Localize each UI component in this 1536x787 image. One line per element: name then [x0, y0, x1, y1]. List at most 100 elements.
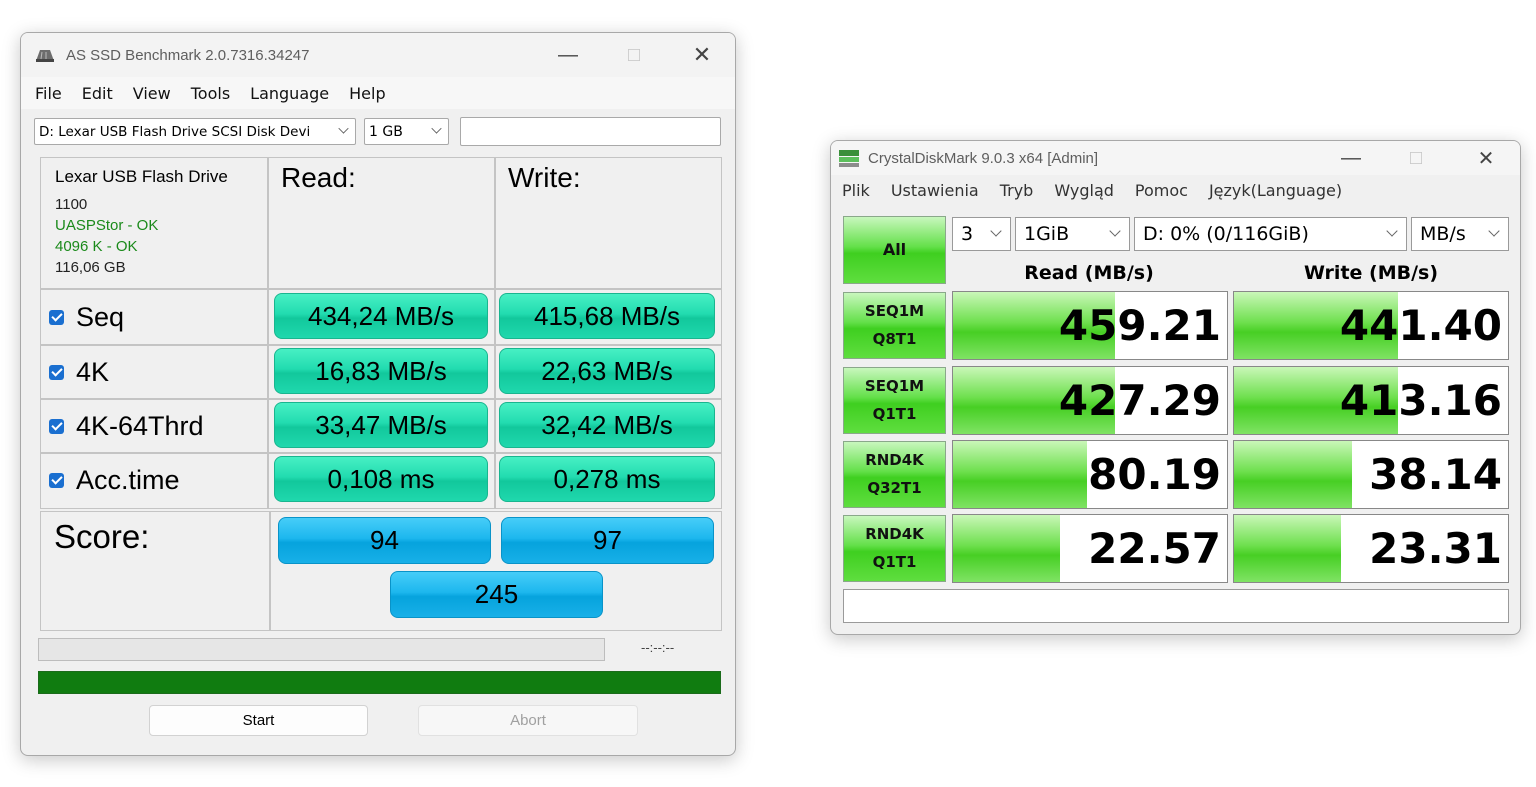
timer-text: --:--:-- [641, 640, 675, 655]
rnd4k-q32t1-read-value: 80.19 [952, 440, 1228, 509]
4k-read-result: 16,83 MB/s [274, 348, 488, 394]
test-button-seq1m-q1t1[interactable]: SEQ1M Q1T1 [843, 367, 946, 434]
checkbox-icon [49, 472, 64, 488]
start-button[interactable]: Start [149, 705, 368, 736]
menu-ustawienia[interactable]: Ustawienia [891, 181, 979, 200]
read-number: 459.21 [1058, 301, 1221, 350]
4k64-read-result: 33,47 MB/s [274, 402, 488, 448]
write-bar [1234, 441, 1352, 508]
test-line1: SEQ1M [864, 301, 925, 320]
size-select-value: 1 GB [369, 123, 403, 140]
menu-tools[interactable]: Tools [191, 84, 230, 103]
chevron-down-icon [431, 123, 442, 134]
rnd4k-q1t1-write-value: 23.31 [1233, 514, 1509, 583]
checkbox-icon [49, 364, 64, 380]
read-header: Read: [281, 162, 356, 193]
menu-edit[interactable]: Edit [82, 84, 113, 103]
seq-checkbox[interactable]: Seq [49, 290, 124, 344]
checkbox-icon [49, 418, 64, 434]
4k-write-result: 22,63 MB/s [499, 348, 715, 394]
abort-button[interactable]: Abort [418, 705, 638, 736]
menu-language[interactable]: Language [250, 84, 329, 103]
4k-label: 4K [76, 356, 110, 387]
drive-select[interactable]: D: Lexar USB Flash Drive SCSI Disk Devi [34, 118, 356, 145]
info-field[interactable] [460, 117, 721, 146]
menu-plik[interactable]: Plik [842, 181, 870, 200]
size-select-value: 1GiB [1024, 223, 1070, 245]
menu-bar: File Edit View Tools Language Help [21, 77, 735, 109]
seq-write-result: 415,68 MB/s [499, 293, 715, 339]
test-button-rnd4k-q1t1[interactable]: RND4K Q1T1 [843, 515, 946, 582]
driver-status: UASPStor - OK [55, 217, 159, 234]
seq1m-q8t1-write-value: 441.40 [1233, 291, 1509, 360]
window-title: AS SSD Benchmark 2.0.7316.34247 [66, 46, 310, 64]
acc-read-result: 0,108 ms [274, 456, 488, 502]
all-button[interactable]: All [843, 216, 946, 284]
score-label: Score: [54, 518, 150, 555]
write-number: 23.31 [1369, 524, 1502, 573]
menu-jezyk[interactable]: Język(Language) [1209, 181, 1342, 200]
test-line1: RND4K [865, 524, 924, 543]
drive-select-value: D: Lexar USB Flash Drive SCSI Disk Devi [39, 123, 311, 140]
write-header: Write (MB/s) [1303, 262, 1439, 284]
acc-label: Acc.time [76, 464, 180, 495]
test-button-rnd4k-q32t1[interactable]: RND4K Q32T1 [843, 441, 946, 508]
test-button-seq1m-q8t1[interactable]: SEQ1M Q8T1 [843, 292, 946, 359]
menu-help[interactable]: Help [349, 84, 385, 103]
overall-progress-fill [39, 672, 720, 693]
write-header: Write: [508, 162, 581, 193]
menu-view[interactable]: View [133, 84, 171, 103]
score-label-cell: Score: [40, 511, 270, 631]
size-select[interactable]: 1 GB [364, 118, 449, 145]
4k-checkbox[interactable]: 4K [49, 346, 109, 398]
close-button[interactable]: ✕ [1451, 141, 1520, 175]
4k64-checkbox[interactable]: 4K-64Thrd [49, 400, 204, 452]
window-title: CrystalDiskMark 9.0.3 x64 [Admin] [868, 149, 1099, 167]
menu-wyglad[interactable]: Wygląd [1054, 181, 1114, 200]
score-read: 94 [278, 517, 491, 564]
all-label: All [882, 240, 907, 260]
drive-select[interactable]: D: 0% (0/116GiB) [1134, 217, 1407, 251]
size-select[interactable]: 1GiB [1015, 217, 1130, 251]
unit-select[interactable]: MB/s [1411, 217, 1509, 251]
maximize-button[interactable]: □ [1381, 141, 1451, 175]
drive-capacity: 116,06 GB [55, 259, 126, 276]
4k64-label: 4K-64Thrd [76, 410, 204, 441]
read-header: Read (MB/s) [1024, 262, 1154, 284]
score-total: 245 [390, 571, 603, 618]
count-select[interactable]: 3 [952, 217, 1011, 251]
test-line1: RND4K [865, 450, 924, 469]
test-line2: Q1T1 [872, 404, 917, 423]
comment-field[interactable] [843, 589, 1509, 623]
overall-progress-bar [38, 671, 721, 694]
checkbox-icon [49, 309, 64, 325]
chevron-down-icon [1488, 225, 1500, 237]
minimize-button[interactable]: — [1316, 141, 1386, 175]
app-icon [36, 50, 54, 62]
write-bar [1234, 515, 1341, 582]
align-status: 4096 K - OK [55, 238, 138, 255]
row-4k-label-cell: 4K [40, 345, 268, 399]
minimize-button[interactable]: — [533, 33, 603, 77]
menu-bar: Plik Ustawienia Tryb Wygląd Pomoc Język(… [831, 175, 1520, 205]
score-write: 97 [501, 517, 714, 564]
rnd4k-q32t1-write-value: 38.14 [1233, 440, 1509, 509]
read-bar [953, 441, 1088, 508]
maximize-button[interactable]: □ [599, 33, 669, 77]
test-line2: Q8T1 [872, 329, 917, 348]
drive-select-value: D: 0% (0/116GiB) [1143, 223, 1309, 245]
acc-checkbox[interactable]: Acc.time [49, 454, 180, 506]
app-icon [839, 150, 859, 167]
menu-file[interactable]: File [35, 84, 62, 103]
close-button[interactable]: ✕ [667, 33, 735, 77]
crystaldiskmark-window: CrystalDiskMark 9.0.3 x64 [Admin] — □ ✕ … [830, 140, 1521, 635]
seq-read-result: 434,24 MB/s [274, 293, 488, 339]
test-progress-bar [38, 638, 605, 661]
menu-pomoc[interactable]: Pomoc [1135, 181, 1188, 200]
acc-write-result: 0,278 ms [499, 456, 715, 502]
row-4k64-label-cell: 4K-64Thrd [40, 399, 268, 453]
read-number: 80.19 [1088, 450, 1221, 499]
rnd4k-q1t1-read-value: 22.57 [952, 514, 1228, 583]
menu-tryb[interactable]: Tryb [1000, 181, 1034, 200]
write-header-cell: Write: [495, 157, 722, 289]
